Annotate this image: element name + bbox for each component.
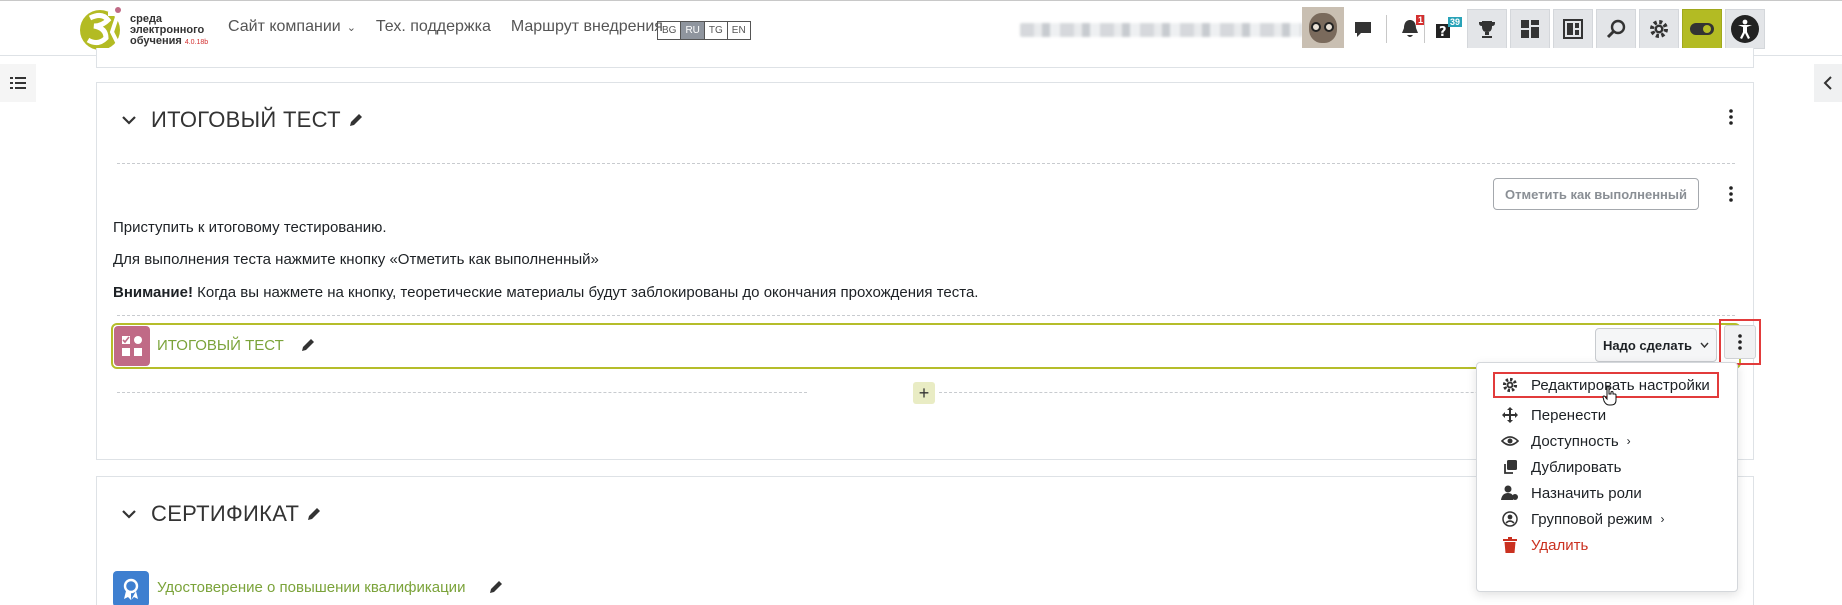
avatar[interactable] (1302, 7, 1344, 49)
dashboard-grid-icon (1521, 20, 1539, 38)
courses-button[interactable] (1553, 9, 1593, 49)
avatar-eye-left (1311, 22, 1321, 32)
logo-version: 4.0.18b (184, 39, 209, 46)
user-name-blurred[interactable] (1020, 23, 1302, 37)
kebab-icon (1729, 109, 1733, 125)
divider (117, 392, 807, 393)
chevron-down-icon: ⌄ (346, 22, 356, 34)
search-button[interactable] (1596, 9, 1636, 49)
dashboard-button[interactable] (1510, 9, 1550, 49)
course-index-toggle[interactable] (0, 64, 36, 102)
list-icon (10, 77, 26, 89)
summary-menu-button[interactable] (1719, 182, 1743, 206)
section-title[interactable]: ИТОГОВЫЙ ТЕСТ (151, 107, 341, 133)
pencil-icon[interactable] (347, 111, 365, 129)
divider (1424, 15, 1425, 43)
trophy-icon (1479, 21, 1495, 38)
quiz-activity-icon (114, 326, 150, 366)
warning-text: Когда вы нажмете на кнопку, теоретически… (192, 284, 979, 301)
main-nav: Сайт компании ⌄ Тех. поддержка Маршрут вн… (228, 18, 663, 36)
chevron-left-icon (1823, 76, 1832, 90)
avatar-eye-right (1324, 22, 1334, 32)
messages-button[interactable] (1343, 9, 1383, 49)
search-icon (1606, 19, 1626, 39)
divider (117, 315, 1735, 316)
chat-icon (1355, 22, 1371, 37)
menu-item-delete[interactable]: Удалить (1477, 532, 1737, 558)
accessibility-icon (1731, 15, 1759, 43)
layout-icon (1563, 19, 1583, 39)
pencil-icon[interactable] (299, 336, 317, 354)
summary-paragraph: Приступить к итоговому тестированию. (113, 219, 387, 236)
pencil-icon[interactable] (487, 578, 505, 596)
gear-icon (1650, 20, 1668, 38)
section-menu-button[interactable] (1719, 105, 1743, 129)
hand-cursor-icon (1602, 386, 1617, 406)
menu-item-duplicate[interactable]: Дублировать (1477, 454, 1737, 480)
section-header: ИТОГОВЫЙ ТЕСТ (119, 107, 365, 133)
lang-tg[interactable]: TG (705, 22, 728, 39)
lang-en[interactable]: EN (728, 22, 750, 39)
certificate-activity-icon (113, 571, 149, 605)
activity-menu-button[interactable] (1724, 325, 1756, 359)
add-activity-button[interactable]: + (913, 382, 935, 404)
kebab-icon (1729, 186, 1733, 202)
move-icon (1499, 406, 1521, 424)
questions-button[interactable]: ? 39 (1426, 9, 1466, 49)
nav-company-site[interactable]: Сайт компании ⌄ (228, 18, 356, 36)
pencil-icon[interactable] (305, 505, 323, 523)
menu-item-availability[interactable]: Доступность › (1477, 428, 1737, 454)
nav-implementation-route[interactable]: Маршрут внедрения (511, 18, 663, 36)
mark-complete-button[interactable]: Отметить как выполненный (1493, 178, 1699, 210)
achievements-button[interactable] (1467, 9, 1507, 49)
group-mode-icon (1499, 510, 1521, 528)
kebab-icon (1738, 334, 1742, 350)
chevron-right-icon: › (1660, 512, 1665, 526)
toggle-switch-icon (1690, 23, 1714, 35)
chevron-down-icon[interactable] (119, 110, 139, 130)
logo-text: среда электронного обучения 4.0.18b (130, 13, 209, 47)
divider (1386, 15, 1387, 43)
menu-item-assign-roles[interactable]: Назначить роли (1477, 480, 1737, 506)
completion-status-dropdown[interactable]: Надо сделать (1595, 328, 1717, 362)
lang-ru[interactable]: RU (681, 22, 705, 39)
eye-icon (1499, 432, 1521, 450)
divider (117, 163, 1735, 164)
questions-count-badge: 39 (1448, 17, 1463, 27)
theme-toggle-button[interactable] (1682, 9, 1722, 49)
nav-tech-support[interactable]: Тех. поддержка (376, 18, 491, 36)
trash-icon (1499, 536, 1521, 554)
previous-section-card (96, 48, 1754, 68)
summary-paragraph-warning: Внимание! Когда вы нажмете на кнопку, те… (113, 284, 978, 301)
menu-item-group-mode[interactable]: Групповой режим › (1477, 506, 1737, 532)
duplicate-icon (1499, 458, 1521, 476)
warning-label: Внимание! (113, 284, 193, 301)
settings-button[interactable] (1639, 9, 1679, 49)
section-title[interactable]: СЕРТИФИКАТ (151, 501, 299, 527)
activity-link[interactable]: ИТОГОВЫЙ ТЕСТ (157, 337, 284, 354)
chevron-down-icon (1700, 342, 1709, 348)
chevron-down-icon[interactable] (119, 504, 139, 524)
right-drawer-toggle[interactable] (1814, 64, 1842, 102)
chevron-right-icon: › (1626, 434, 1631, 448)
logo-mark-icon (80, 7, 122, 50)
gear-icon (1499, 376, 1521, 394)
summary-paragraph: Для выполнения теста нажмите кнопку «Отм… (113, 251, 599, 268)
activity-link[interactable]: Удостоверение о повышении квалификации (157, 579, 465, 596)
svg-text:?: ? (1439, 25, 1447, 40)
lang-bg[interactable]: BG (658, 22, 682, 39)
site-logo[interactable]: среда электронного обучения 4.0.18b (78, 4, 218, 54)
assign-roles-icon (1499, 484, 1521, 502)
section-header: СЕРТИФИКАТ (119, 501, 323, 527)
accessibility-button[interactable] (1725, 9, 1765, 49)
activity-menu-button-highlight (1719, 319, 1761, 365)
language-switcher: BG RU TG EN (657, 21, 751, 40)
